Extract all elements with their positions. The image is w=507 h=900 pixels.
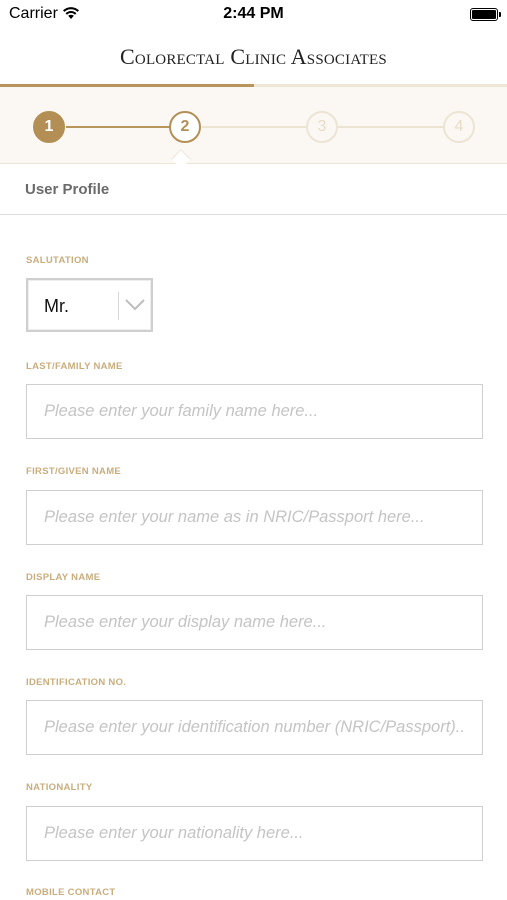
identification-label: IDENTIFICATION NO.: [26, 677, 127, 688]
chevron-down-icon: [124, 296, 146, 317]
step-1[interactable]: 1: [33, 111, 65, 143]
display-name-input[interactable]: [26, 595, 483, 650]
first-name-label: FIRST/GIVEN NAME: [26, 466, 122, 477]
salutation-label: SALUTATION: [26, 255, 89, 266]
step-2[interactable]: 2: [169, 111, 201, 143]
display-name-label: DISPLAY NAME: [26, 572, 101, 583]
step-connector-1: [66, 126, 170, 128]
first-name-input[interactable]: [26, 490, 483, 545]
status-bar: Carrier 2:44 PM: [0, 0, 507, 30]
brand-title: Colorectal Clinic Associates: [120, 44, 387, 69]
step-connector-3: [338, 126, 443, 128]
section-divider: [0, 214, 507, 215]
last-name-label: LAST/FAMILY NAME: [26, 361, 123, 372]
step-connector-2: [202, 126, 306, 128]
clock: 2:44 PM: [223, 5, 284, 22]
nationality-label: NATIONALITY: [26, 782, 93, 793]
step-indicator: 1 2 3 4: [0, 87, 507, 169]
step-3[interactable]: 3: [306, 111, 338, 143]
nationality-input[interactable]: [26, 806, 483, 861]
battery-icon: [470, 8, 501, 21]
salutation-value: Mr.: [44, 296, 69, 316]
identification-input[interactable]: [26, 700, 483, 755]
select-divider: [118, 292, 119, 320]
mobile-contact-label: MOBILE CONTACT: [26, 887, 116, 898]
step-4[interactable]: 4: [443, 111, 475, 143]
active-step-pointer: [171, 149, 191, 169]
salutation-select[interactable]: Mr.: [26, 278, 153, 332]
section-title: User Profile: [25, 181, 110, 198]
last-name-input[interactable]: [26, 384, 483, 439]
app-header: Colorectal Clinic Associates: [0, 30, 507, 86]
